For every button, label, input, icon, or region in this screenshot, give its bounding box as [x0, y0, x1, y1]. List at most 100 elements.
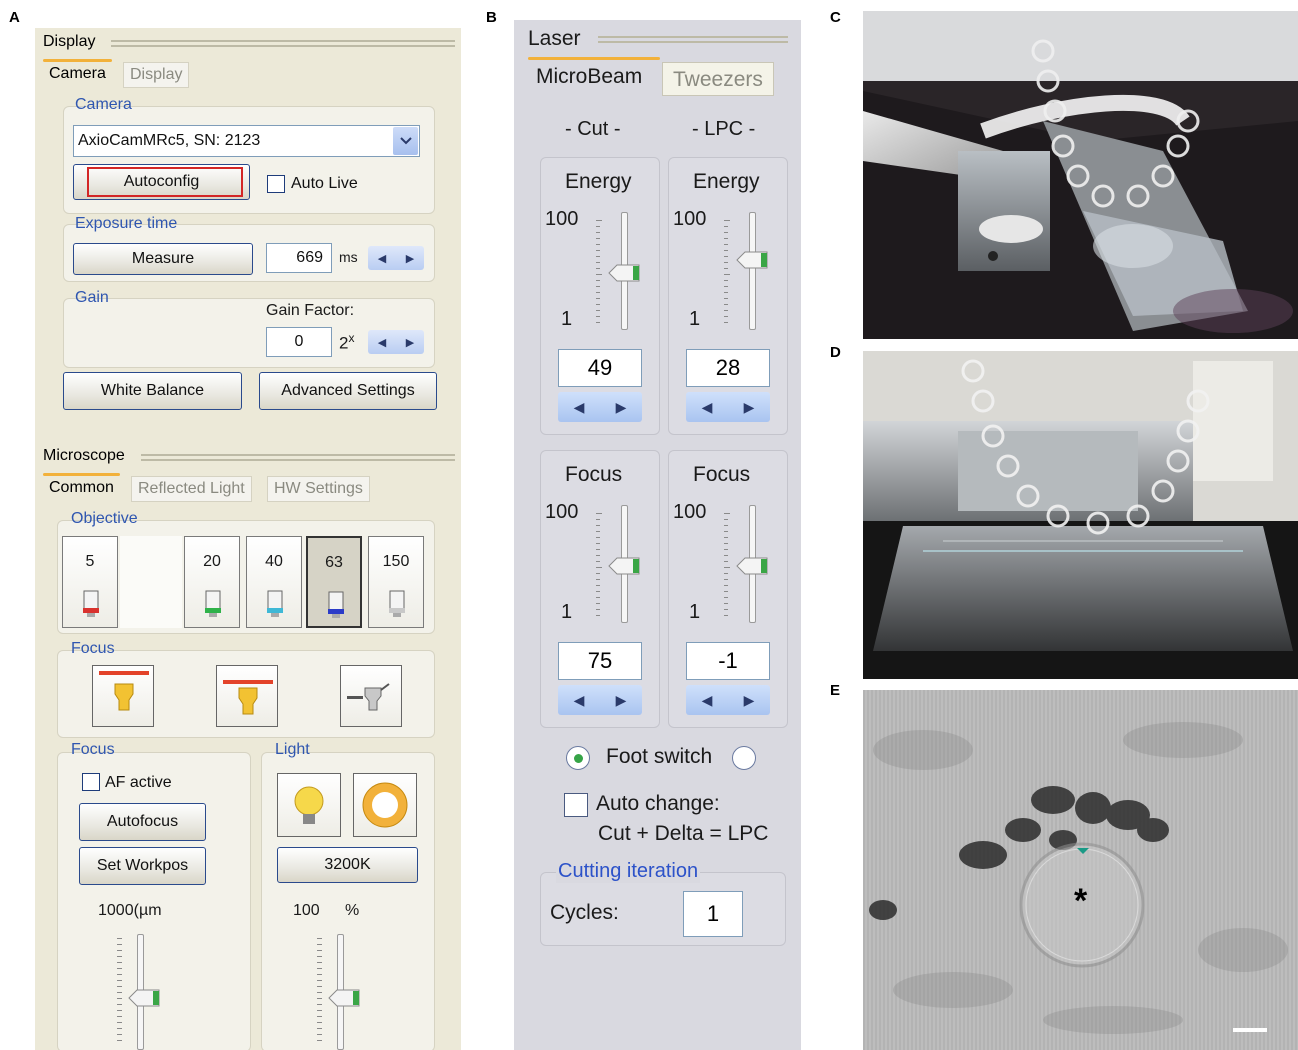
focus-up-icon[interactable]	[92, 665, 154, 727]
load-position-icon[interactable]	[340, 665, 402, 727]
lpc-focus-stepper[interactable]: ◀ ▶	[686, 685, 770, 715]
objective-button-63[interactable]: 63	[306, 536, 362, 628]
laser-group-title: Laser	[528, 27, 581, 50]
focus-slider-thumb[interactable]	[127, 988, 161, 1008]
slider-tick	[724, 244, 728, 245]
light-slider-thumb[interactable]	[327, 988, 361, 1008]
slider-tick	[724, 262, 728, 263]
slider-ticks	[724, 220, 730, 323]
tab-microbeam[interactable]: MicroBeam	[528, 57, 660, 94]
cut-focus-stepper[interactable]: ◀ ▶	[558, 685, 642, 715]
alternate-switch-radio[interactable]	[732, 746, 756, 770]
ring-light-icon[interactable]	[353, 773, 417, 837]
gain-input[interactable]: 0	[266, 327, 332, 357]
advanced-settings-button[interactable]: Advanced Settings	[259, 372, 437, 410]
slider-tick	[596, 603, 600, 604]
slider-tick	[724, 226, 728, 227]
camera-select[interactable]: AxioCamMRc5, SN: 2123	[73, 125, 420, 157]
af-active-label: AF active	[105, 774, 172, 791]
slider-tick	[596, 250, 600, 251]
auto-change-checkbox[interactable]	[564, 793, 588, 817]
cut-energy-label: Energy	[565, 170, 632, 193]
cut-focus-max-label: 100	[545, 501, 579, 523]
chevron-right-icon[interactable]: ▶	[406, 336, 414, 349]
chevron-left-icon[interactable]: ◀	[378, 252, 386, 265]
objective-button-5[interactable]: 5	[62, 536, 118, 628]
slider-tick	[724, 579, 728, 580]
objective-magnification: 40	[265, 553, 283, 570]
lpc-energy-value-input[interactable]: 28	[686, 349, 770, 387]
measure-button[interactable]: Measure	[73, 243, 253, 275]
cutting-iteration-label: Cutting iteration	[556, 860, 701, 883]
autofocus-button[interactable]: Autofocus	[79, 803, 206, 841]
cycles-value: 1	[706, 901, 720, 926]
panel-letter-a: A	[9, 9, 20, 26]
slider-tick	[724, 298, 728, 299]
color-temp-button[interactable]: 3200K	[277, 847, 418, 883]
slider-tick	[317, 956, 322, 957]
slider-tick	[724, 543, 728, 544]
cut-focus-value-input[interactable]: 75	[558, 642, 642, 680]
tab-reflected-light[interactable]: Reflected Light	[131, 476, 252, 502]
lamp-icon[interactable]	[277, 773, 341, 837]
gain-stepper[interactable]: ◀ ▶	[368, 330, 424, 354]
chevron-left-icon[interactable]: ◀	[378, 336, 386, 349]
chevron-right-icon[interactable]: ▶	[744, 399, 755, 416]
photo-d-microscope-stage-side	[863, 351, 1298, 679]
tab-display[interactable]: Display	[123, 62, 190, 88]
cycles-label: Cycles:	[550, 901, 619, 924]
chevron-left-icon[interactable]: ◀	[574, 692, 585, 709]
slider-tick	[724, 555, 728, 556]
slider-tick	[317, 1028, 322, 1029]
tab-hw-settings[interactable]: HW Settings	[267, 476, 370, 502]
exposure-input[interactable]: 669	[266, 243, 332, 273]
chevron-right-icon[interactable]: ▶	[406, 252, 414, 265]
cut-focus-slider-thumb[interactable]	[607, 556, 641, 576]
exposure-stepper[interactable]: ◀ ▶	[368, 246, 424, 270]
cycles-input[interactable]: 1	[683, 891, 743, 937]
lpc-focus-value-input[interactable]: -1	[686, 642, 770, 680]
laser-control-panel: Laser MicroBeam Tweezers - Cut - - LPC -…	[514, 20, 801, 1050]
cut-energy-frame: Energy 100 1 49 ◀ ▶	[540, 157, 660, 435]
chevron-left-icon[interactable]: ◀	[702, 692, 713, 709]
chevron-left-icon[interactable]: ◀	[574, 399, 585, 416]
chevron-right-icon[interactable]: ▶	[616, 692, 627, 709]
lpc-energy-stepper[interactable]: ◀ ▶	[686, 392, 770, 422]
chevron-right-icon[interactable]: ▶	[616, 399, 627, 416]
auto-live-checkbox[interactable]	[267, 175, 285, 193]
focus-label: Focus	[71, 640, 115, 657]
lpc-energy-frame: Energy 100 1 28 ◀ ▶	[668, 157, 788, 435]
objective-button-20[interactable]: 20	[184, 536, 240, 628]
cut-focus-label: Focus	[565, 463, 623, 486]
chevron-down-icon[interactable]	[393, 127, 418, 155]
cut-energy-value-input[interactable]: 49	[558, 349, 642, 387]
set-workpos-button[interactable]: Set Workpos	[79, 847, 206, 885]
lpc-energy-slider-thumb[interactable]	[735, 250, 769, 270]
lpc-focus-min-label: 1	[689, 601, 701, 623]
slider-tick	[724, 304, 728, 305]
tab-tweezers[interactable]: Tweezers	[662, 62, 774, 96]
af-active-checkbox[interactable]	[82, 773, 100, 791]
chevron-right-icon[interactable]: ▶	[744, 692, 755, 709]
tab-camera[interactable]: Camera	[43, 59, 112, 88]
chevron-left-icon[interactable]: ◀	[702, 399, 713, 416]
slider-tick	[596, 543, 600, 544]
foot-switch-radio[interactable]	[566, 746, 590, 770]
cut-energy-stepper[interactable]: ◀ ▶	[558, 392, 642, 422]
slider-tick	[317, 1004, 322, 1005]
objective-button-150[interactable]: 150	[368, 536, 424, 628]
slider-ticks	[117, 938, 125, 1048]
objective-button-40[interactable]: 40	[246, 536, 302, 628]
white-balance-button[interactable]: White Balance	[63, 372, 242, 410]
slider-tick	[724, 310, 728, 311]
lpc-energy-slider[interactable]	[749, 212, 756, 330]
slider-tick	[596, 591, 600, 592]
tab-common[interactable]: Common	[43, 473, 120, 502]
lpc-focus-slider-thumb[interactable]	[735, 556, 769, 576]
cut-energy-slider-thumb[interactable]	[607, 263, 641, 283]
lpc-energy-value: 28	[715, 355, 741, 380]
photo-c-microscope-stage	[863, 11, 1298, 339]
gain-label: Gain	[75, 289, 109, 306]
focus-down-icon[interactable]	[216, 665, 278, 727]
slider-tick	[596, 220, 602, 221]
